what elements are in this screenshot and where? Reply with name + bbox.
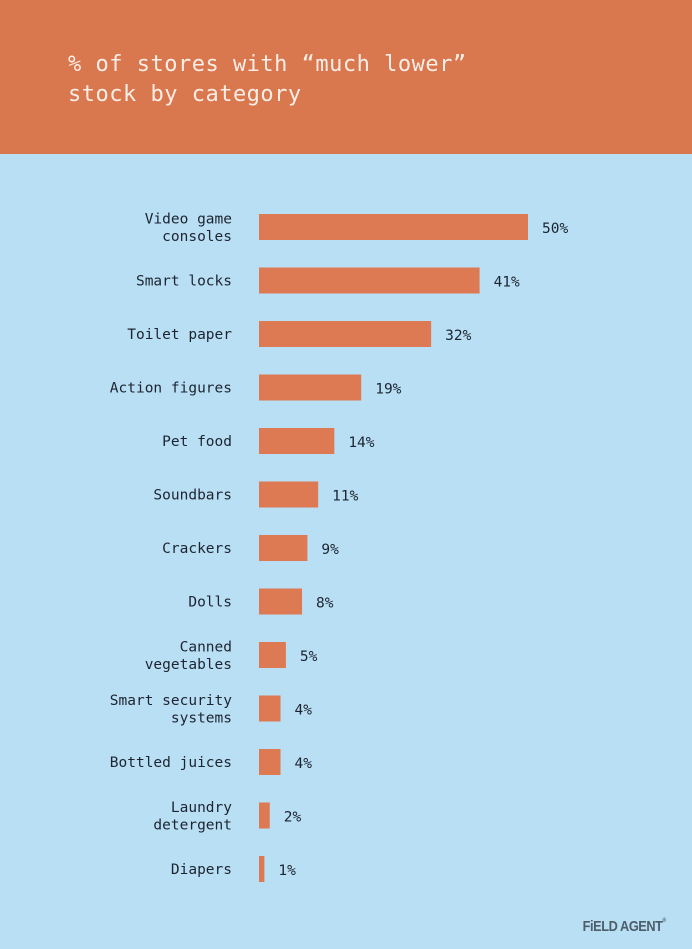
value-label: 1%: [278, 863, 296, 879]
value-label: 41%: [494, 275, 520, 291]
value-label: 4%: [295, 756, 313, 772]
bar-5: [259, 481, 319, 508]
category-label: Bottled juices: [110, 755, 232, 771]
category-label: Smart locks: [136, 274, 232, 290]
bar-2: [259, 321, 432, 347]
value-label: 5%: [300, 649, 318, 665]
value-label: 8%: [316, 596, 334, 612]
category-label: Diapers: [171, 862, 232, 878]
category-label: systems: [171, 710, 232, 726]
bar-9: [259, 695, 281, 722]
bar-11: [259, 802, 270, 829]
value-label: 32%: [445, 328, 471, 344]
value-label: 50%: [542, 221, 568, 237]
field-agent-logo: FiELD AGENT®: [582, 918, 667, 935]
category-label: detergent: [153, 817, 232, 833]
category-label: Pet food: [162, 434, 232, 450]
category-label: Dolls: [188, 595, 232, 611]
bar-7: [259, 588, 303, 615]
bar-10: [259, 749, 281, 775]
bar-1: [259, 267, 480, 294]
bar-chart: 50% Video game consoles 41% Smart locks 32% To…: [110, 211, 568, 882]
category-label: Action figures: [110, 381, 232, 397]
category-label: Laundry: [171, 800, 232, 816]
category-label: Canned: [180, 639, 232, 655]
category-label: Video game: [145, 211, 232, 227]
value-label: 4%: [295, 703, 313, 719]
category-label: Crackers: [162, 541, 232, 557]
bar-4: [259, 428, 335, 454]
value-label: 11%: [332, 489, 358, 505]
category-label: Toilet paper: [127, 327, 232, 343]
logo-text: FiELD AGENT: [582, 918, 663, 935]
bar-3: [259, 374, 362, 401]
bar-6: [259, 535, 308, 561]
category-label: Soundbars: [153, 488, 232, 504]
value-label: 14%: [348, 435, 374, 451]
bar-8: [259, 642, 286, 668]
category-label: Smart security: [110, 693, 232, 709]
value-label: 19%: [375, 382, 401, 398]
bar-0: [259, 214, 528, 240]
category-label: consoles: [162, 229, 232, 245]
registered-mark: ®: [662, 918, 667, 924]
bar-12: [259, 856, 265, 882]
value-label: 2%: [284, 810, 302, 826]
value-label: 9%: [321, 542, 339, 558]
category-label: vegetables: [145, 657, 232, 673]
